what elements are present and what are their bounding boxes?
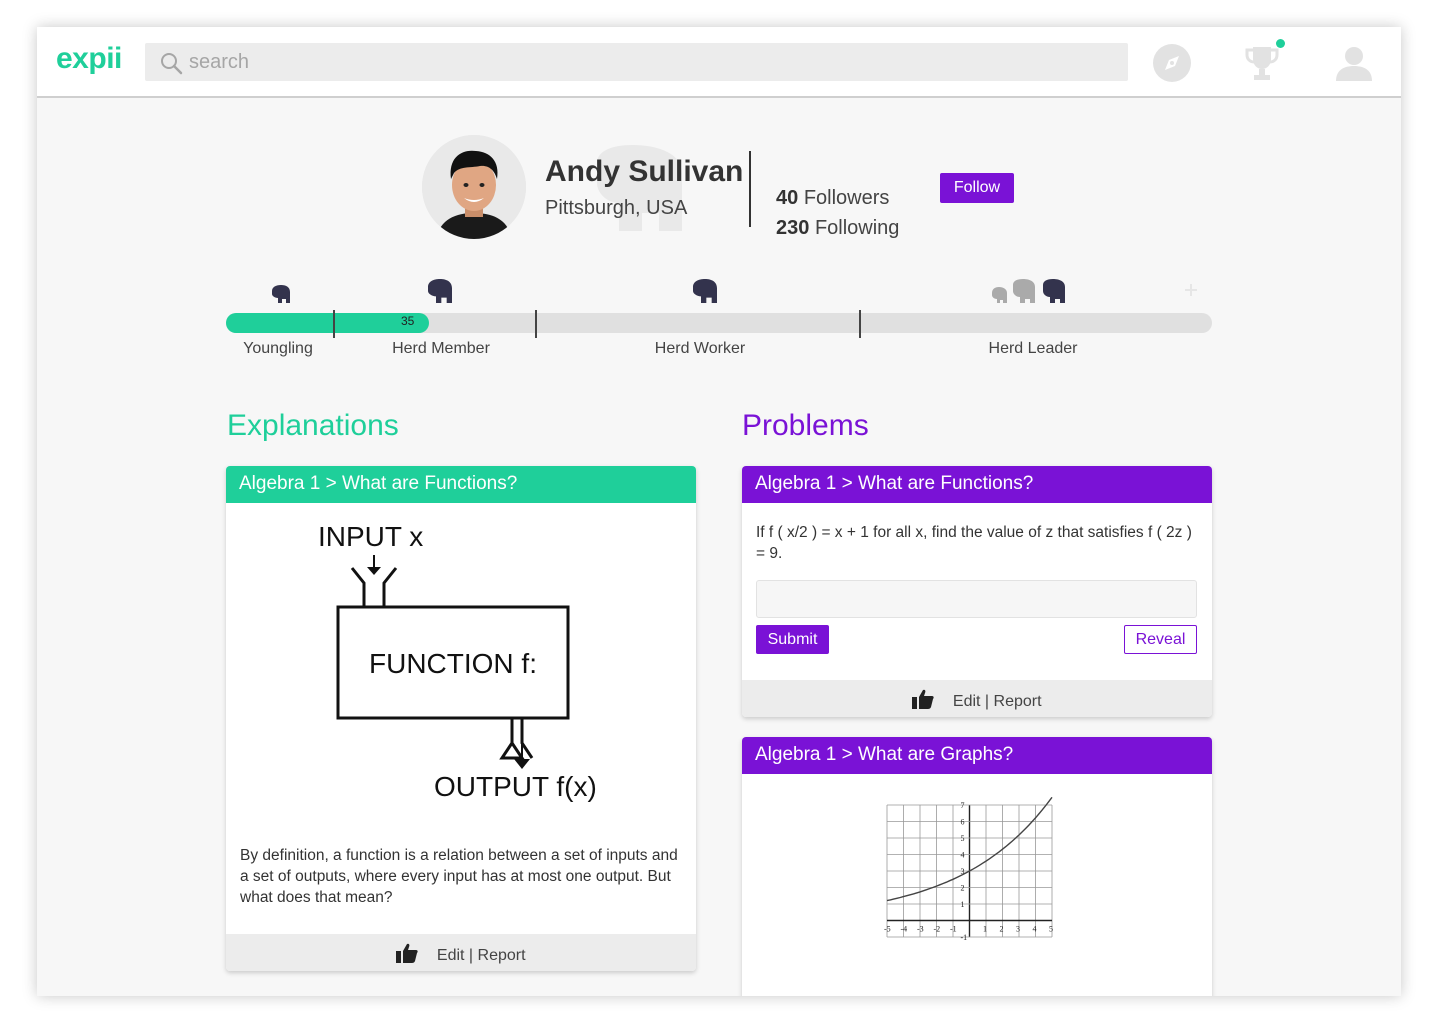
y-tick-label: 2 <box>961 884 965 893</box>
app-window: expii search Andy Sullivan Pittsburgh, U… <box>37 27 1401 996</box>
progress-value: 35 <box>401 314 415 328</box>
function-machine-diagram: INPUT x FUNCTION f: OUTPUT f(x) <box>318 521 597 802</box>
rank-label-herd-leader: Herd Leader <box>988 340 1078 357</box>
follow-button[interactable]: Follow <box>940 173 1014 203</box>
y-tick-label: 6 <box>961 818 965 827</box>
rank-label-herd-worker: Herd Worker <box>654 340 746 357</box>
edit-report-links[interactable]: Edit | Report <box>953 693 1042 710</box>
elephant-member-icon <box>428 279 452 303</box>
plus-icon <box>1185 284 1197 296</box>
notification-dot <box>1276 39 1285 48</box>
graph-card-header[interactable]: Algebra 1 > What are Graphs? <box>742 737 1212 774</box>
problem-question: If f ( x/2 ) = x + 1 for all x, find the… <box>756 524 1192 562</box>
y-tick-label: -1 <box>961 933 968 942</box>
thumbs-up-icon[interactable] <box>912 689 935 709</box>
graph-problem-card: Algebra 1 > What are Graphs? -5 -4 -3 -2 -1 1… <box>742 737 1212 996</box>
answer-input[interactable] <box>756 580 1197 618</box>
x-tick-label: -1 <box>950 925 957 934</box>
problem-card-header[interactable]: Algebra 1 > What are Functions? <box>742 466 1212 503</box>
x-tick-label: 3 <box>1016 925 1020 934</box>
x-tick-label: -3 <box>917 925 924 934</box>
submit-button[interactable]: Submit <box>756 625 829 654</box>
problems-title: Problems <box>742 409 869 442</box>
explanation-card-footer: Edit | Report <box>226 934 696 971</box>
avatar[interactable] <box>422 135 526 239</box>
y-tick-label: 5 <box>961 834 965 843</box>
x-tick-label: 4 <box>1033 925 1037 934</box>
thumbs-up-icon[interactable] <box>396 943 419 963</box>
x-tick-label: -2 <box>934 925 941 934</box>
following-count: 230 <box>776 217 810 239</box>
x-tick-label: -5 <box>884 925 891 934</box>
progress-fill <box>226 313 429 333</box>
diagram-function-label: FUNCTION f: <box>369 648 537 679</box>
avatar-portrait-icon <box>422 135 526 239</box>
function-graph: -5 -4 -3 -2 -1 1 2 3 4 57654321-1 <box>884 797 1053 942</box>
following-label: Following <box>814 217 900 239</box>
edit-report-links[interactable]: Edit | Report <box>437 947 526 964</box>
explanation-card: Algebra 1 > What are Functions? INPUT x … <box>226 466 696 971</box>
elephant-youngling-icon <box>272 285 290 303</box>
x-tick-label: 2 <box>1000 925 1004 934</box>
y-tick-label: 4 <box>961 851 965 860</box>
profile-header: Andy Sullivan Pittsburgh, USA 40 Followe… <box>422 135 1022 245</box>
profile-divider <box>749 151 751 227</box>
search-icon <box>161 53 183 75</box>
rank-label-herd-member: Herd Member <box>392 340 490 357</box>
problem-card: Algebra 1 > What are Functions? If f ( x… <box>742 466 1212 717</box>
diagram-output-label: OUTPUT f(x) <box>434 771 597 802</box>
expii-logo[interactable]: expii <box>56 42 122 76</box>
x-tick-label: -4 <box>901 925 908 934</box>
following-stat[interactable]: 230 Following <box>776 217 899 240</box>
rank-progress: 35 Youngling Herd Member Herd Worker Her… <box>226 277 1212 367</box>
elephant-worker-icon <box>693 279 717 303</box>
rank-label-youngling: Youngling <box>243 340 313 357</box>
top-navigation-bar: expii <box>37 27 1401 98</box>
rank-tick <box>535 310 537 338</box>
explanation-text: By definition, a function is a relation … <box>240 847 678 906</box>
followers-label: Followers <box>803 187 890 209</box>
rank-tick <box>859 310 861 338</box>
compass-icon[interactable] <box>1152 43 1192 83</box>
y-tick-label: 7 <box>961 801 965 810</box>
explanation-card-header[interactable]: Algebra 1 > What are Functions? <box>226 466 696 503</box>
user-icon[interactable] <box>1334 43 1374 83</box>
profile-location: Pittsburgh, USA <box>545 197 688 219</box>
y-tick-label: 1 <box>961 900 965 909</box>
followers-count: 40 <box>776 187 799 209</box>
x-tick-label: 1 <box>983 925 987 934</box>
followers-stat[interactable]: 40 Followers <box>776 187 889 210</box>
search-input[interactable] <box>189 43 1109 81</box>
diagram-input-label: INPUT x <box>318 521 423 552</box>
explanations-title: Explanations <box>227 409 399 442</box>
x-tick-label: 5 <box>1049 925 1053 934</box>
problem-card-footer: Edit | Report <box>742 680 1212 717</box>
rank-tick <box>333 310 335 338</box>
trophy-icon[interactable] <box>1242 43 1282 83</box>
reveal-button[interactable]: Reveal <box>1124 625 1197 654</box>
search-bar[interactable] <box>145 43 1128 81</box>
profile-name: Andy Sullivan <box>545 155 744 188</box>
elephant-herd-icon <box>992 279 1065 303</box>
